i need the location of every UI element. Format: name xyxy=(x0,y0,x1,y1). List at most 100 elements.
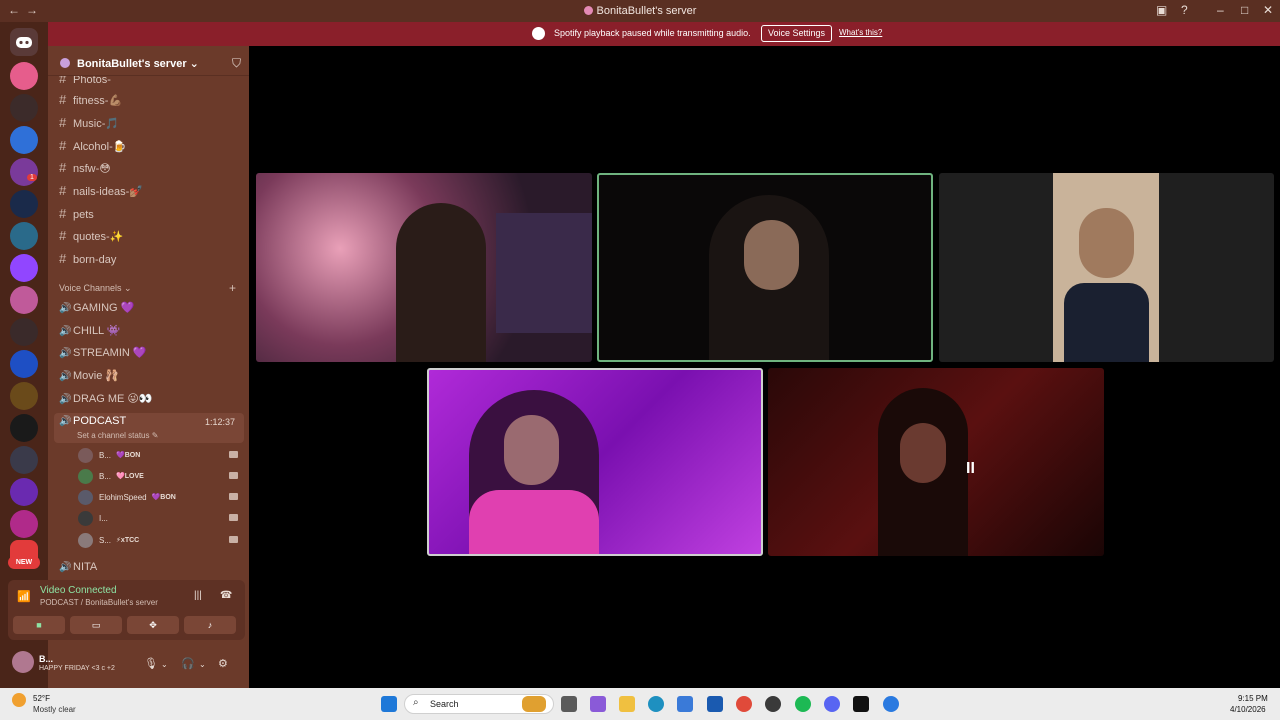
hash-icon: # xyxy=(59,251,67,266)
speaker-icon: 🔊 xyxy=(59,326,72,337)
file-explorer-icon[interactable] xyxy=(619,696,635,712)
voice-channel-gaming[interactable]: 🔊 GAMING 💜 xyxy=(59,300,134,316)
camera-toggle-button[interactable]: ■ xyxy=(13,616,65,634)
speaker-icon: 🔊 xyxy=(59,394,72,405)
weather-temp[interactable]: 52°F xyxy=(33,694,50,703)
podcast-name[interactable]: 🔊 PODCAST xyxy=(59,413,126,429)
voice-channels-header[interactable]: Voice Channels ⌄ xyxy=(59,283,132,294)
outlook-icon[interactable] xyxy=(707,696,723,712)
mic-options-chevron-icon[interactable]: ⌄ xyxy=(161,660,168,669)
guild-icon-neon[interactable] xyxy=(10,158,38,186)
channel-photos[interactable]: # Photos- xyxy=(59,76,111,84)
weather-icon[interactable] xyxy=(12,693,26,707)
guild-icon-portrait[interactable] xyxy=(10,94,38,122)
guild-icon-v[interactable] xyxy=(10,126,38,154)
channel-nails-ideas[interactable]: # nails-ideas-💅🏽 xyxy=(59,183,143,199)
channel-label: nails-ideas-💅🏽 xyxy=(73,186,143,198)
user-name: B... xyxy=(39,654,54,664)
clock-date[interactable]: 4/10/2026 xyxy=(1230,705,1266,714)
user-avatar[interactable] xyxy=(12,651,34,673)
guild-icon-lips[interactable] xyxy=(10,62,38,90)
channel-status[interactable]: Set a channel status ✎ xyxy=(77,431,158,440)
channel-born-day[interactable]: # born-day xyxy=(59,251,116,267)
channel-fitness[interactable]: # fitness-💪🏽 xyxy=(59,92,122,108)
video-tile-participant-5[interactable]: II xyxy=(768,368,1104,556)
channel-label: quotes-✨ xyxy=(73,231,124,243)
guild-icon-twitch[interactable] xyxy=(10,254,38,282)
windows-start-icon[interactable] xyxy=(381,696,397,712)
screen-share-button[interactable]: ▭ xyxy=(70,616,122,634)
invite-people-icon[interactable]: ⛉ xyxy=(232,56,241,71)
window-title-wrap: BonitaBullet's server xyxy=(0,5,1280,17)
activities-button[interactable]: ✥ xyxy=(127,616,179,634)
channel-pets[interactable]: # pets xyxy=(59,206,94,222)
voice-user-name: B... xyxy=(99,450,112,460)
channel-nsfw[interactable]: # nsfw-😳 xyxy=(59,160,111,176)
guild-badge-count: 1 xyxy=(27,174,37,181)
headphones-icon[interactable]: 🎧 xyxy=(181,657,195,670)
channel-label: Movie 🩰 xyxy=(73,370,120,382)
edge-icon[interactable] xyxy=(648,696,664,712)
guild-icon-x[interactable] xyxy=(10,190,38,218)
voice-settings-button[interactable]: Voice Settings xyxy=(761,25,833,42)
guild-icon-ladies[interactable] xyxy=(10,318,38,346)
clock-time[interactable]: 9:15 PM xyxy=(1238,694,1268,703)
voice-channel-nita[interactable]: 🔊 NITA xyxy=(59,559,97,575)
video-tile-participant-1[interactable] xyxy=(256,173,592,362)
disconnect-icon[interactable]: ☎ xyxy=(220,590,232,601)
voice-channel-movie[interactable]: 🔊 Movie 🩰 xyxy=(59,368,119,384)
spotify-taskbar-icon[interactable] xyxy=(795,696,811,712)
guild-icon-pink[interactable] xyxy=(10,286,38,314)
channel-quotes[interactable]: # quotes-✨ xyxy=(59,228,123,244)
pause-icon: II xyxy=(966,460,975,477)
search-highlight-icon[interactable] xyxy=(522,696,546,712)
channel-alcohol[interactable]: # Alcohol-🍺 xyxy=(59,138,126,154)
app-icon-blue[interactable] xyxy=(883,696,899,712)
inbox-icon[interactable]: ▣ xyxy=(1156,3,1167,17)
voice-user-tag: 💜BON xyxy=(116,452,141,459)
copilot-icon[interactable] xyxy=(590,696,606,712)
guild-icon-purple[interactable] xyxy=(10,478,38,506)
microphone-icon[interactable]: 🎙 xyxy=(144,657,158,670)
channel-music[interactable]: # Music-🎵 xyxy=(59,115,119,131)
chrome-icon[interactable] xyxy=(736,696,752,712)
help-icon[interactable]: ? xyxy=(1181,3,1188,17)
task-view-icon[interactable] xyxy=(561,696,577,712)
settings-gear-icon[interactable]: ⚙ xyxy=(218,657,228,670)
voice-channel-chill[interactable]: 🔊 CHILL 👾 xyxy=(59,323,121,339)
guild-icon-gold[interactable] xyxy=(10,382,38,410)
guild-icon-slash[interactable] xyxy=(10,350,38,378)
guild-icon-round[interactable] xyxy=(10,446,38,474)
noise-suppression-icon[interactable]: ||| xyxy=(194,590,202,601)
voice-channel-streamin[interactable]: 🔊 STREAMIN 💜 xyxy=(59,345,147,361)
discord-home-icon[interactable] xyxy=(10,28,38,56)
discord-taskbar-icon[interactable] xyxy=(824,696,840,712)
soundboard-button[interactable]: ♪ xyxy=(184,616,236,634)
create-channel-icon[interactable]: + xyxy=(229,281,236,295)
video-tile-participant-4[interactable] xyxy=(427,368,763,556)
user-status: HAPPY FRIDAY <3 c +2 xyxy=(39,665,115,672)
voice-user[interactable]: S... ⚡xTCC xyxy=(78,532,139,548)
spotify-icon xyxy=(532,27,545,40)
video-tile-participant-3[interactable] xyxy=(939,173,1274,362)
participant-silhouette xyxy=(396,203,486,362)
guild-icon-vision[interactable] xyxy=(10,414,38,442)
guild-icon-globe[interactable] xyxy=(10,222,38,250)
voice-user[interactable]: B... 💜BON xyxy=(78,447,140,463)
obs-icon[interactable] xyxy=(765,696,781,712)
minimize-icon[interactable]: – xyxy=(1217,3,1224,17)
voice-channel-drag-me[interactable]: 🔊 DRAG ME 😜👀 xyxy=(59,391,153,407)
video-tile-participant-2[interactable] xyxy=(597,173,933,362)
store-icon[interactable] xyxy=(677,696,693,712)
server-header[interactable]: BonitaBullet's server ⌄ ⛉ xyxy=(48,48,249,76)
whats-this-link[interactable]: What's this? xyxy=(839,28,882,37)
maximize-icon[interactable]: □ xyxy=(1241,3,1248,17)
voice-user[interactable]: I... xyxy=(78,510,108,526)
tiktok-icon[interactable] xyxy=(853,696,869,712)
close-window-icon[interactable]: ✕ xyxy=(1263,3,1273,17)
guild-icon-magenta[interactable] xyxy=(10,510,38,538)
voice-user[interactable]: B... 🩷LOVE xyxy=(78,468,144,484)
video-connected-status[interactable]: Video Connected xyxy=(40,585,117,596)
voice-user[interactable]: ElohimSpeed 💜BON xyxy=(78,489,176,505)
audio-options-chevron-icon[interactable]: ⌄ xyxy=(199,660,206,669)
